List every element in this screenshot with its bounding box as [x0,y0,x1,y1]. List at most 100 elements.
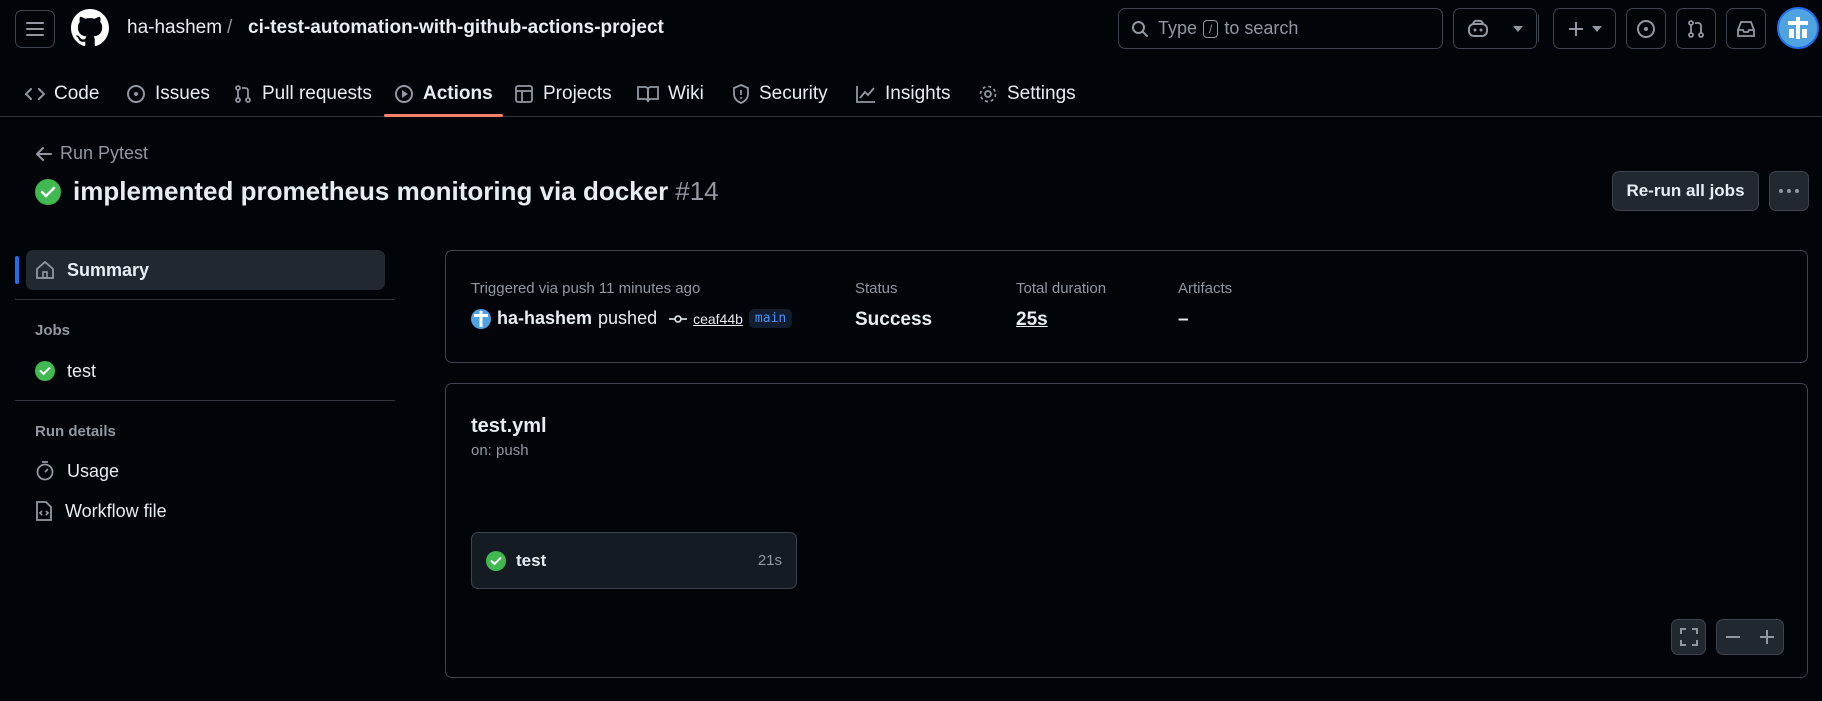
kebab-horizontal-icon [1779,189,1799,193]
sidebar-divider [15,400,395,401]
breadcrumb-separator: / [227,17,233,38]
run-number: #14 [675,176,719,206]
tab-label: Wiki [668,82,704,104]
menu-button[interactable] [15,10,55,48]
repo-nav: Code Issues Pull requests Actions Projec… [0,70,1822,117]
status-label: Status [855,280,898,297]
issue-icon [1637,19,1655,38]
avatar-icon [1788,17,1808,39]
duration-label: Total duration [1016,280,1107,297]
repo-name-link[interactable]: ci-test-automation-with-github-actions-p… [248,17,664,39]
check-circle-icon [35,361,55,381]
tab-label: Issues [155,82,210,104]
trigger-label: Triggered via push 11 minutes ago [471,280,701,297]
tab-actions[interactable]: Actions [384,70,503,117]
commit-sha-link[interactable]: ceaf44b [693,311,743,327]
pull-requests-button[interactable] [1676,8,1716,49]
back-label: Run Pytest [60,143,149,163]
sidebar-item-label: Workflow file [65,500,167,521]
sidebar-item-label: Summary [67,259,150,280]
graph-icon [856,85,875,103]
issue-icon [127,84,145,103]
screen-full-icon [1679,628,1698,646]
rerun-all-jobs-button[interactable]: Re-run all jobs [1612,171,1759,211]
tab-security[interactable]: Security [732,70,828,117]
branch-badge[interactable]: main [748,309,793,328]
play-icon [395,84,413,103]
avatar[interactable] [471,308,491,329]
chevron-down-icon [1591,25,1602,32]
workflow-graph-card: test.yml on: push test 21s [445,383,1808,678]
sidebar-item-label: test [67,360,97,381]
header-divider [1538,15,1539,42]
sidebar-item-label: Usage [67,460,120,481]
global-header: ha-hashem / ci-test-automation-with-gith… [0,0,1822,117]
sidebar-item-usage[interactable]: Usage [26,451,385,491]
more-options-button[interactable] [1769,171,1809,211]
job-node-test[interactable]: test 21s [471,532,797,589]
status-value: Success [855,309,933,330]
tab-label: Security [759,82,828,104]
copilot-button[interactable] [1453,8,1537,49]
job-duration: 21s [757,552,782,569]
tab-label: Projects [543,82,612,104]
tab-pull-requests[interactable]: Pull requests [233,70,372,117]
sidebar-item-summary[interactable]: Summary [15,250,385,290]
search-shortcut-key: / [1203,19,1219,38]
create-new-button[interactable] [1553,8,1616,49]
push-action: pushed [598,308,658,328]
run-summary-card: Triggered via push 11 minutes ago ha-has… [445,250,1808,363]
stopwatch-icon [36,461,54,481]
search-placeholder-suffix: to search [1224,18,1299,38]
commit-icon [669,314,688,323]
tab-wiki[interactable]: Wiki [637,70,704,117]
sidebar-item-job-test[interactable]: test [26,351,385,391]
run-title: implemented prometheus monitoring via do… [73,176,669,206]
tab-issues[interactable]: Issues [126,70,210,117]
artifacts-value: – [1178,309,1189,330]
push-info: ha-hashem pushed ceaf44b main [471,308,793,329]
github-logo-icon[interactable] [71,9,109,47]
gear-icon [979,85,997,102]
code-icon [25,87,45,100]
pull-request-icon [235,84,251,103]
run-title-row: implemented prometheus monitoring via do… [35,176,719,207]
duration-value[interactable]: 25s [1016,309,1048,331]
search-input[interactable]: Type / to search [1118,8,1443,49]
jobs-heading: Jobs [35,322,71,339]
issues-button[interactable] [1626,8,1666,49]
table-icon [515,84,533,103]
artifacts-label: Artifacts [1178,280,1233,297]
hamburger-icon [26,22,44,36]
tab-projects[interactable]: Projects [514,70,612,117]
workflow-trigger: on: push [471,442,529,459]
search-icon [1132,20,1148,37]
actor-link[interactable]: ha-hashem [497,308,592,329]
tab-label: Insights [885,82,951,104]
check-circle-icon [35,178,61,205]
tab-label: Settings [1007,82,1076,104]
repo-owner-link[interactable]: ha-hashem [127,17,222,39]
back-to-workflow-link[interactable]: Run Pytest [36,143,148,164]
inbox-button[interactable] [1726,8,1766,49]
tab-settings[interactable]: Settings [978,70,1076,117]
run-details-heading: Run details [35,423,116,440]
pull-request-icon [1688,19,1704,38]
tab-label: Pull requests [262,82,372,104]
workflow-file-name[interactable]: test.yml [471,415,547,438]
chevron-down-icon[interactable] [1513,25,1523,32]
zoom-in-icon[interactable] [1759,629,1775,645]
user-avatar[interactable] [1777,7,1819,49]
check-circle-icon [486,550,506,571]
tab-insights[interactable]: Insights [856,70,950,117]
sidebar-divider [15,299,395,300]
book-icon [637,85,659,102]
home-icon [36,260,54,279]
sidebar-item-workflow-file[interactable]: Workflow file [26,491,385,531]
plus-icon [1568,21,1583,36]
fullscreen-button[interactable] [1671,619,1706,655]
zoom-out-icon[interactable] [1725,629,1741,645]
inbox-icon [1737,20,1755,37]
copilot-icon [1468,19,1488,37]
tab-code[interactable]: Code [25,70,99,117]
